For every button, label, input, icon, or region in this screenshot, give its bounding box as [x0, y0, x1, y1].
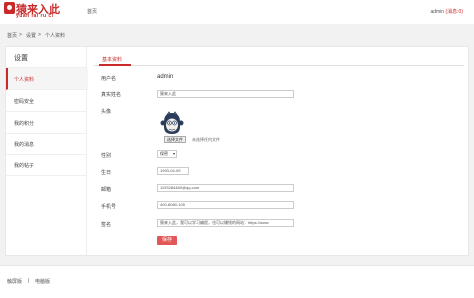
sidebar-item-points[interactable]: 我的积分	[6, 112, 86, 134]
realname-input[interactable]: 猿来入此	[157, 90, 294, 98]
sidebar-item-label: 我的积分	[14, 121, 35, 127]
footer: 触屏版 | 电脑版	[0, 265, 474, 298]
profile-form: 基本资料 用户名 admin 真实姓名 猿来入此 头像 选择文件 未选择任何文件…	[94, 47, 464, 255]
breadcrumb-current: 个人资料	[45, 33, 66, 39]
sidebar-item-password[interactable]: 密码安全	[6, 90, 86, 112]
breadcrumb-settings[interactable]: 设置	[26, 32, 36, 39]
sidebar-title-text: 设置	[14, 55, 28, 62]
sidebar-item-label: 我的消息	[14, 142, 35, 148]
footer-separator: |	[28, 278, 30, 284]
settings-card: 设置 个人资料 密码安全 我的积分 我的消息 我的帖子 基本资料 用户名 adm…	[5, 46, 469, 256]
sidebar-item-label: 我的帖子	[14, 163, 35, 169]
birthday-input[interactable]: 1993-04-09	[157, 167, 189, 175]
sidebar-item-profile[interactable]: 个人资料	[6, 68, 88, 90]
username[interactable]: admin	[430, 9, 444, 15]
sidebar-item-posts[interactable]: 我的帖子	[6, 154, 86, 176]
mobile-version-link[interactable]: 触屏版	[7, 278, 22, 285]
email-label: 邮箱	[101, 187, 112, 193]
phone-input[interactable]: 400-8080-105	[157, 201, 294, 209]
birthday-label: 生日	[101, 170, 112, 176]
sidebar-item-label: 密码安全	[14, 99, 35, 105]
sidebar-item-label: 个人资料	[14, 77, 35, 83]
chevron-down-icon: ▾	[172, 151, 175, 156]
user-menu[interactable]: admin (消息:0)	[430, 8, 463, 15]
message-count[interactable]: (消息:0)	[445, 9, 463, 15]
signature-label: 签名	[101, 222, 112, 228]
realname-label: 真实姓名	[101, 92, 122, 98]
file-status: 未选择任何文件	[192, 137, 220, 142]
top-bar: 猿来入此 yuan lai ru ci 首页 admin (消息:0)	[0, 0, 474, 25]
breadcrumb: 首页 > 设置 > 个人资料	[0, 24, 474, 44]
save-button[interactable]: 保存	[157, 236, 177, 245]
username-value: admin	[157, 74, 174, 80]
breadcrumb-home[interactable]: 首页	[7, 32, 17, 39]
site-logo[interactable]: 猿来入此 yuan lai ru ci	[4, 2, 66, 22]
email-input[interactable]: 1193284480@qq.com	[157, 184, 294, 192]
logo-mark-icon	[4, 2, 15, 14]
gender-label: 性别	[101, 153, 112, 159]
choose-file-button[interactable]: 选择文件	[164, 136, 186, 143]
tab-active-indicator	[99, 64, 131, 66]
sidebar-item-messages[interactable]: 我的消息	[6, 133, 86, 155]
sidebar-title: 设置	[6, 47, 86, 68]
gender-select[interactable]: 保密 ▾	[157, 150, 177, 158]
avatar-image	[160, 111, 184, 134]
tab-divider	[94, 65, 464, 66]
nav-home-link[interactable]: 首页	[87, 8, 97, 15]
settings-sidebar: 设置 个人资料 密码安全 我的积分 我的消息 我的帖子	[6, 47, 88, 255]
breadcrumb-separator: >	[19, 32, 22, 38]
desktop-version-link[interactable]: 电脑版	[35, 278, 50, 285]
signature-input[interactable]: 猿来入此，我可以学习编程，也可以赚钱的网站：https://www	[157, 219, 294, 227]
username-label: 用户名	[101, 76, 117, 82]
breadcrumb-separator: >	[38, 32, 41, 38]
phone-label: 手机号	[101, 204, 117, 210]
logo-subtext: yuan lai ru ci	[16, 13, 54, 19]
avatar-label: 头像	[101, 109, 112, 115]
gender-selected-value: 保密	[160, 151, 168, 156]
